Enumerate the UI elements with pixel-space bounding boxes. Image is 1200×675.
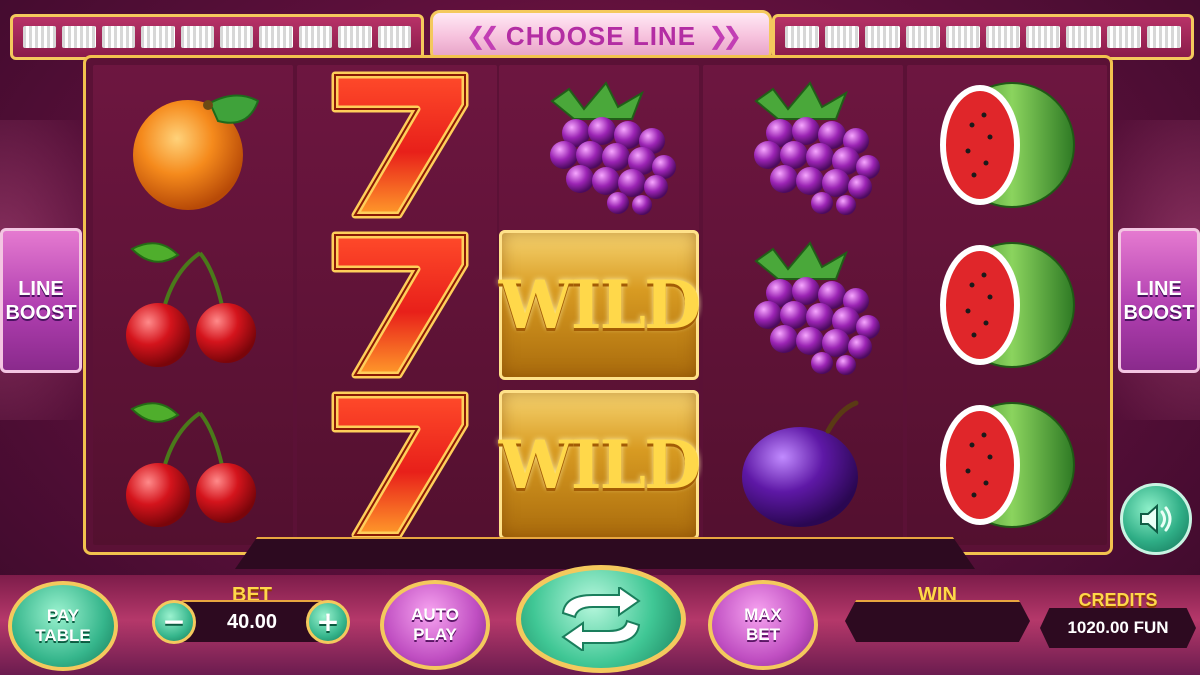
line-boost-label-2: BOOST xyxy=(5,301,77,324)
line-indicator-left-6[interactable] xyxy=(220,26,254,48)
autoplay-label-1: AUTO xyxy=(411,605,459,624)
wild-label: WILD xyxy=(498,266,702,344)
spin-button[interactable] xyxy=(516,565,686,673)
reel-5 xyxy=(907,65,1107,545)
seven-icon xyxy=(331,231,469,379)
reel-1 xyxy=(93,65,293,545)
reel-4 xyxy=(703,65,903,545)
line-indicators-left xyxy=(23,26,412,48)
grapes-icon xyxy=(754,81,880,215)
bet-control: BET 40.00 − + xyxy=(150,584,354,656)
double-chevron-right-icon[interactable]: ❯❯ xyxy=(708,22,742,50)
line-indicator-left-1[interactable] xyxy=(23,26,57,48)
grapes-icon xyxy=(754,241,880,375)
line-selector-bar: ❮❮ CHOOSE LINE ❯❯ xyxy=(0,8,1200,62)
line-indicators-right xyxy=(785,26,1182,48)
wild-label: WILD xyxy=(498,426,702,504)
cherry-icon xyxy=(126,402,256,527)
line-indicator-left-5[interactable] xyxy=(180,26,215,48)
symbol-orange xyxy=(93,65,293,225)
line-indicator-right-7[interactable] xyxy=(1026,26,1061,48)
line-indicator-left-10[interactable] xyxy=(377,26,412,48)
line-indicator-right-3[interactable] xyxy=(865,26,900,48)
max-bet-label-1: MAX xyxy=(744,605,782,624)
symbol-watermelon xyxy=(907,385,1107,545)
grapes-icon xyxy=(550,81,676,215)
paytable-label-2: TABLE xyxy=(35,626,91,645)
line-indicator-right-5[interactable] xyxy=(945,26,981,48)
symbol-grapes xyxy=(703,65,903,225)
autoplay-label: AUTO PLAY xyxy=(411,605,459,645)
symbol-grapes xyxy=(703,225,903,385)
speaker-icon xyxy=(1140,503,1172,535)
reels-area: WILD WILD xyxy=(83,55,1113,555)
cherry-icon xyxy=(126,242,256,367)
line-indicator-right-6[interactable] xyxy=(986,26,1021,48)
plum-icon xyxy=(742,400,859,527)
line-indicator-panel-right xyxy=(772,14,1194,60)
symbol-cherry xyxy=(93,385,293,545)
line-indicator-left-9[interactable] xyxy=(338,26,372,48)
win-display: WIN xyxy=(845,584,1030,656)
line-indicator-left-2[interactable] xyxy=(62,26,96,48)
symbol-seven xyxy=(297,225,497,385)
autoplay-label-2: PLAY xyxy=(413,625,457,644)
choose-line-label: CHOOSE LINE xyxy=(505,20,697,51)
line-indicator-right-9[interactable] xyxy=(1106,26,1141,48)
watermelon-icon xyxy=(940,242,1075,368)
symbol-grapes xyxy=(499,65,699,225)
max-bet-button[interactable]: MAX BET xyxy=(708,580,818,670)
line-boost-button-left[interactable]: LINE BOOST xyxy=(0,228,82,373)
line-boost-label-1: LINE xyxy=(1136,277,1182,300)
symbol-seven xyxy=(297,65,497,225)
line-indicator-right-8[interactable] xyxy=(1066,26,1101,48)
symbol-watermelon xyxy=(907,65,1107,225)
symbol-wild: WILD xyxy=(498,385,702,545)
wild-symbol: WILD xyxy=(498,230,702,380)
line-boost-label-1: LINE xyxy=(18,277,64,300)
paytable-label: PAY TABLE xyxy=(35,606,90,646)
bet-value: 40.00 xyxy=(180,600,324,642)
wild-symbol: WILD xyxy=(498,390,702,540)
symbol-plum xyxy=(703,385,903,545)
credits-display: CREDITS 1020.00 FUN xyxy=(1040,590,1196,660)
line-indicator-right-10[interactable] xyxy=(1146,26,1182,48)
line-indicator-left-3[interactable] xyxy=(101,26,136,48)
line-boost-label-2: BOOST xyxy=(1123,301,1195,324)
line-indicator-left-7[interactable] xyxy=(259,26,293,48)
reel-3: WILD WILD xyxy=(498,65,702,545)
symbol-watermelon xyxy=(907,225,1107,385)
autoplay-button[interactable]: AUTO PLAY xyxy=(380,580,490,670)
seven-icon xyxy=(331,71,469,219)
bet-increase-button[interactable]: + xyxy=(306,600,350,644)
paytable-button[interactable]: PAY TABLE xyxy=(8,581,118,671)
line-indicator-right-4[interactable] xyxy=(905,26,940,48)
bet-decrease-button[interactable]: − xyxy=(152,600,196,644)
watermelon-icon xyxy=(940,82,1075,208)
line-boost-button-right[interactable]: LINE BOOST xyxy=(1118,228,1200,373)
double-chevron-left-icon[interactable]: ❮❮ xyxy=(466,22,500,50)
symbol-seven xyxy=(297,385,497,545)
max-bet-label: MAX BET xyxy=(744,605,782,645)
line-indicator-right-1[interactable] xyxy=(785,26,820,48)
sound-button[interactable] xyxy=(1120,483,1192,555)
max-bet-label-2: BET xyxy=(746,625,780,644)
reel-2 xyxy=(297,65,497,545)
seven-icon xyxy=(331,391,469,539)
symbol-wild: WILD xyxy=(498,225,702,385)
line-indicator-panel-left xyxy=(10,14,424,60)
watermelon-icon xyxy=(940,402,1075,528)
line-indicator-left-4[interactable] xyxy=(141,26,175,48)
credits-value: 1020.00 FUN xyxy=(1040,608,1196,648)
win-value xyxy=(845,600,1030,642)
credits-label: CREDITS xyxy=(1078,590,1158,610)
refresh-arrows-icon xyxy=(561,587,641,651)
line-indicator-right-2[interactable] xyxy=(825,26,860,48)
minus-icon: − xyxy=(162,605,186,638)
paytable-label-1: PAY xyxy=(46,606,80,625)
orange-icon xyxy=(133,94,260,210)
line-indicator-left-8[interactable] xyxy=(298,26,333,48)
plus-icon: + xyxy=(316,605,340,638)
symbol-cherry xyxy=(93,225,293,385)
